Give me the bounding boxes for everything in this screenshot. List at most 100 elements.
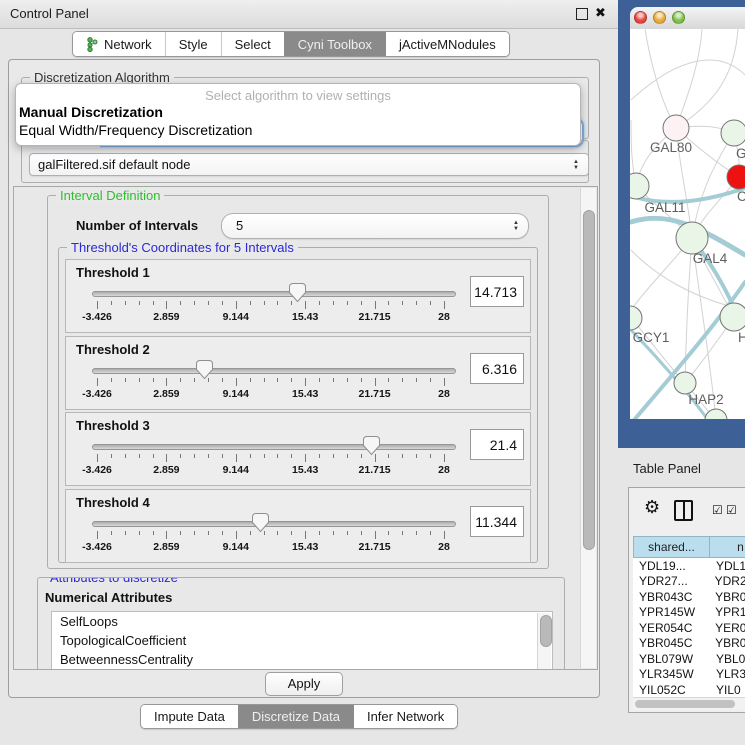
tab-discretize-data[interactable]: Discretize Data <box>238 705 353 728</box>
tab-select[interactable]: Select <box>221 32 284 56</box>
tick-label: 2.859 <box>153 541 179 553</box>
tick-mark <box>416 531 417 535</box>
table-row[interactable]: YBL079WYBL0 <box>633 651 745 667</box>
threshold-value-field[interactable]: 21.4 <box>470 429 524 460</box>
tick-mark <box>139 301 140 305</box>
close-icon[interactable]: ✖ <box>595 5 606 21</box>
slider-thumb[interactable] <box>362 435 381 456</box>
network-edge[interactable] <box>676 29 738 128</box>
tick-mark <box>250 454 251 458</box>
tab-infer-network[interactable]: Infer Network <box>353 705 457 728</box>
slider-thumb[interactable] <box>195 359 214 380</box>
attributes-group: Attributes to discretize Numerical Attri… <box>37 577 565 670</box>
main-scrollbar[interactable] <box>580 188 596 668</box>
checked-box-icon[interactable]: ☑ <box>726 503 737 517</box>
tick-mark <box>180 301 181 305</box>
scrollbar-thumb[interactable] <box>583 210 595 550</box>
number-of-intervals-select[interactable]: 5 ▲▼ <box>221 213 529 239</box>
slider-thumb[interactable] <box>288 282 307 303</box>
tick-mark <box>375 378 376 386</box>
close-traffic-light-icon[interactable] <box>634 11 647 24</box>
network-node[interactable] <box>674 372 696 394</box>
tick-mark <box>111 531 112 535</box>
table-data-select[interactable]: galFiltered.sif default node ▲▼ <box>29 153 589 176</box>
gear-icon[interactable]: ⚙ <box>644 497 660 518</box>
tab-network[interactable]: Network <box>73 32 165 56</box>
tab-cyni-toolbox[interactable]: Cyni Toolbox <box>284 32 385 56</box>
network-node[interactable] <box>630 306 642 330</box>
column-header-shared-name[interactable]: shared... <box>633 536 710 558</box>
table-data-selected-value: galFiltered.sif default node <box>38 157 190 172</box>
tick-mark <box>319 301 320 305</box>
network-node[interactable] <box>663 115 689 141</box>
list-item[interactable]: SelfLoops <box>52 612 552 631</box>
network-node[interactable] <box>720 303 745 331</box>
algorithm-option-equal-width-frequency-discretization[interactable]: Equal Width/Frequency Discretization <box>16 121 580 139</box>
attributes-scrollbar[interactable] <box>537 613 551 669</box>
algorithm-dropdown-popup: Select algorithm to view settings Manual… <box>15 83 581 146</box>
list-item[interactable]: BetweennessCentrality <box>52 650 552 669</box>
table-row[interactable]: YIL052CYIL0 <box>633 682 745 698</box>
zoom-traffic-light-icon[interactable] <box>672 11 685 24</box>
column-header-name[interactable]: n <box>710 536 745 558</box>
network-edge[interactable] <box>676 29 702 128</box>
threshold-value-field[interactable]: 11.344 <box>470 506 524 537</box>
tab-style[interactable]: Style <box>165 32 221 56</box>
columns-icon[interactable] <box>674 500 693 521</box>
table-row[interactable]: YDR27...YDR2 <box>633 574 745 590</box>
threshold-slider-track[interactable] <box>92 368 456 374</box>
cell-name: YPR1 <box>709 605 745 619</box>
table-horizontal-scrollbar[interactable] <box>633 697 745 710</box>
table-row[interactable]: YER054CYER0 <box>633 620 745 636</box>
table-row[interactable]: YLR345WYLR3 <box>633 667 745 683</box>
network-edge[interactable] <box>692 133 734 238</box>
cell-name: YBR0 <box>709 636 745 650</box>
table-row[interactable]: YDL19...YDL1 <box>633 558 745 574</box>
numerical-attributes-label: Numerical Attributes <box>45 590 172 605</box>
checked-box-icon[interactable]: ☑ <box>712 503 723 517</box>
tab-jactivemnodules[interactable]: jActiveMNodules <box>385 32 509 56</box>
tick-label: 9.144 <box>223 388 249 400</box>
tick-mark <box>208 301 209 305</box>
threshold-slider-track[interactable] <box>92 291 456 297</box>
table-row[interactable]: YBR043CYBR0 <box>633 589 745 605</box>
threshold-slider-track[interactable] <box>92 521 456 527</box>
table-row[interactable]: YPR145WYPR1 <box>633 605 745 621</box>
tick-mark <box>444 378 445 386</box>
network-canvas[interactable]: GAL80GACGAL11GAL4GCY1HHAP2 <box>630 29 745 419</box>
tick-mark <box>291 531 292 535</box>
tick-mark <box>222 531 223 535</box>
minimize-traffic-light-icon[interactable] <box>653 11 666 24</box>
network-node[interactable] <box>721 120 745 146</box>
tick-mark <box>139 531 140 535</box>
network-edge[interactable] <box>631 318 685 383</box>
tick-mark <box>416 378 417 382</box>
scrollbar-thumb[interactable] <box>540 615 552 647</box>
tab-label: Impute Data <box>154 709 225 724</box>
threshold-value-field[interactable]: 6.316 <box>470 353 524 384</box>
float-window-icon[interactable] <box>576 8 588 20</box>
table-row[interactable]: YBR045CYBR0 <box>633 636 745 652</box>
tick-mark <box>347 531 348 535</box>
list-item[interactable]: TopologicalCoefficient <box>52 631 552 650</box>
tick-mark <box>388 301 389 305</box>
threshold-value-field[interactable]: 14.713 <box>470 276 524 307</box>
tick-label: 21.715 <box>359 311 391 323</box>
threshold-slider-track[interactable] <box>92 444 456 450</box>
slider-thumb[interactable] <box>251 512 270 533</box>
tick-label: 15.43 <box>292 541 318 553</box>
tick-mark <box>97 378 98 386</box>
algorithm-option-manual-discretization[interactable]: Manual Discretization <box>16 103 580 121</box>
tick-label: 15.43 <box>292 311 318 323</box>
network-node[interactable] <box>676 222 708 254</box>
tick-mark <box>208 454 209 458</box>
apply-button[interactable]: Apply <box>265 672 343 696</box>
network-node-label: GA <box>736 146 745 161</box>
scrollbar-thumb[interactable] <box>635 700 735 708</box>
tick-mark <box>125 454 126 458</box>
network-edge[interactable] <box>645 29 676 128</box>
tab-impute-data[interactable]: Impute Data <box>141 705 238 728</box>
network-node[interactable] <box>727 165 745 189</box>
network-window-titlebar[interactable] <box>630 7 745 30</box>
numerical-attributes-list[interactable]: SelfLoopsTopologicalCoefficientBetweenne… <box>51 611 553 670</box>
